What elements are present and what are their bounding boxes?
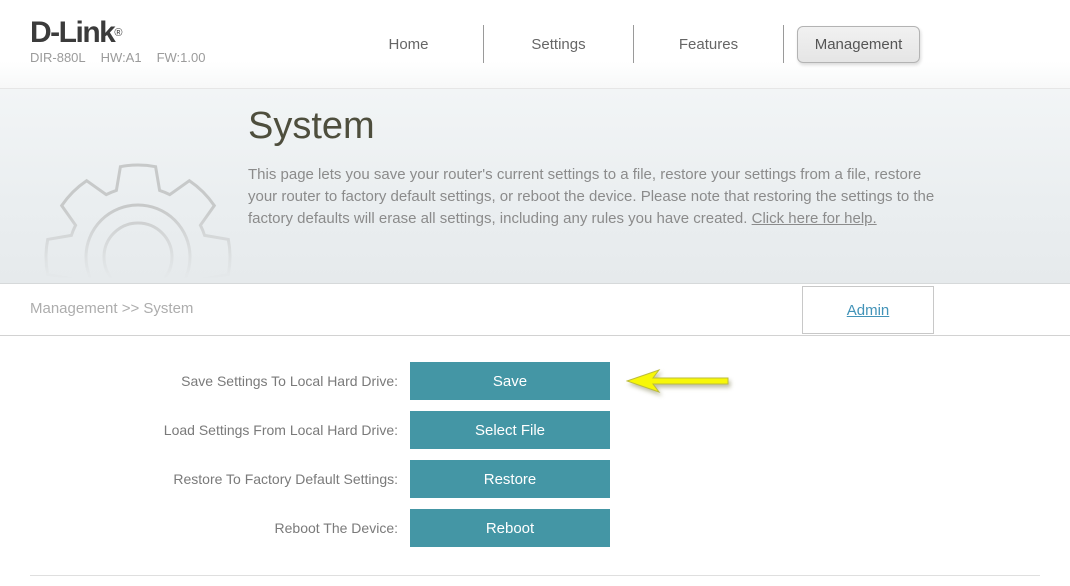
device-model: DIR-880L xyxy=(30,50,86,65)
device-fw: FW:1.00 xyxy=(157,50,206,65)
registered-mark: ® xyxy=(114,27,121,39)
load-settings-label: Load Settings From Local Hard Drive: xyxy=(0,422,410,438)
form-row-reboot: Reboot The Device: Reboot xyxy=(0,509,1070,547)
system-form: Save Settings To Local Hard Drive: Save … xyxy=(0,362,1070,547)
form-row-save: Save Settings To Local Hard Drive: Save xyxy=(0,362,1070,400)
reboot-device-label: Reboot The Device: xyxy=(0,520,410,536)
tab-home-label[interactable]: Home xyxy=(388,36,428,53)
form-row-restore: Restore To Factory Default Settings: Res… xyxy=(0,460,1070,498)
tab-management[interactable]: Management xyxy=(784,26,933,63)
tab-features-label[interactable]: Features xyxy=(679,36,738,53)
tab-features[interactable]: Features xyxy=(634,36,783,53)
device-hw: HW:A1 xyxy=(101,50,142,65)
page-title: System xyxy=(248,105,940,148)
logo: D-Link® DIR-880L HW:A1 FW:1.00 xyxy=(30,18,205,65)
admin-box[interactable]: Admin xyxy=(802,286,934,334)
tab-settings-label[interactable]: Settings xyxy=(531,36,585,53)
reboot-button[interactable]: Reboot xyxy=(410,509,610,547)
help-link[interactable]: Click here for help. xyxy=(752,210,877,227)
header: D-Link® DIR-880L HW:A1 FW:1.00 Home Sett… xyxy=(0,0,1070,88)
tab-management-label[interactable]: Management xyxy=(797,26,921,63)
gear-icon xyxy=(38,149,238,284)
restore-button[interactable]: Restore xyxy=(410,460,610,498)
tab-settings[interactable]: Settings xyxy=(484,36,633,53)
dlink-logo: D-Link® xyxy=(30,18,205,48)
breadcrumb-bar: Management >> System Admin xyxy=(0,284,1070,336)
restore-defaults-label: Restore To Factory Default Settings: xyxy=(0,471,410,487)
device-info: DIR-880L HW:A1 FW:1.00 xyxy=(30,50,205,65)
breadcrumb: Management >> System xyxy=(30,300,193,317)
highlight-arrow-icon xyxy=(626,368,730,394)
form-row-load: Load Settings From Local Hard Drive: Sel… xyxy=(0,411,1070,449)
page-description: This page lets you save your router's cu… xyxy=(248,164,940,230)
banner-content: System This page lets you save your rout… xyxy=(248,105,940,230)
select-file-button[interactable]: Select File xyxy=(410,411,610,449)
save-settings-label: Save Settings To Local Hard Drive: xyxy=(0,373,410,389)
tab-home[interactable]: Home xyxy=(334,36,483,53)
admin-link[interactable]: Admin xyxy=(847,302,890,319)
footer-divider xyxy=(30,575,1040,576)
page-banner: System This page lets you save your rout… xyxy=(0,88,1070,284)
main-nav: Home Settings Features Management xyxy=(334,0,933,88)
save-button[interactable]: Save xyxy=(410,362,610,400)
logo-text: D-Link xyxy=(30,16,114,49)
